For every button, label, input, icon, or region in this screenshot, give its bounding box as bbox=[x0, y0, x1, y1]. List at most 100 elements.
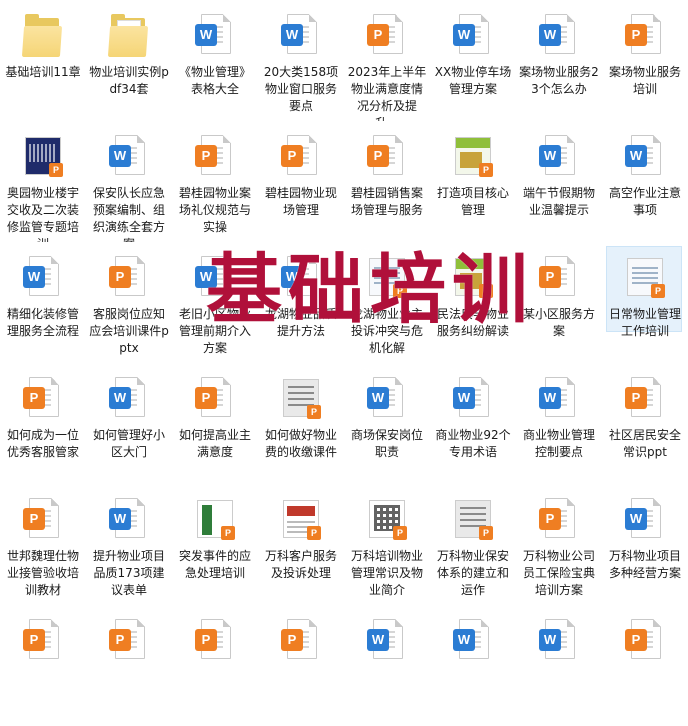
file-name: 如何成为一位优秀客服管家 bbox=[6, 428, 79, 459]
file-type-badge: P bbox=[281, 145, 303, 167]
ppt-doc-icon: P bbox=[625, 619, 665, 663]
file-type-badge: P bbox=[195, 629, 217, 651]
file-name: 客服岗位应知应会培训课件pptx bbox=[89, 307, 169, 355]
file-item[interactable]: W 保安队长应急预案编制、组织演练全套方案 bbox=[86, 121, 172, 242]
file-type-badge: P bbox=[195, 145, 217, 167]
ppt-thumbnail-icon: P bbox=[281, 498, 321, 542]
file-item[interactable]: P 日常物业管理工作培训 bbox=[602, 242, 688, 363]
file-type-badge: W bbox=[281, 266, 303, 288]
file-item[interactable]: W bbox=[344, 605, 430, 726]
file-item[interactable]: P bbox=[258, 605, 344, 726]
ppt-thumbnail-icon: P bbox=[453, 498, 493, 542]
file-item[interactable]: P 万科培训物业管理常识及物业简介 bbox=[344, 484, 430, 605]
file-item[interactable]: P bbox=[172, 605, 258, 726]
file-item[interactable]: P 奥园物业楼宇交收及二次装修监管专题培训 bbox=[0, 121, 86, 242]
ppt-doc-icon: P bbox=[367, 135, 407, 179]
file-name: 案场物业服务培训 bbox=[608, 65, 681, 96]
file-type-badge: W bbox=[195, 266, 217, 288]
file-type-badge: P bbox=[393, 526, 407, 540]
file-item[interactable]: W 提升物业项目品质173项建议表单 bbox=[86, 484, 172, 605]
file-type-badge: P bbox=[109, 266, 131, 288]
file-item[interactable]: 物业培训实例pdf34套 bbox=[86, 0, 172, 121]
file-name: 精细化装修管理服务全流程 bbox=[6, 307, 79, 338]
ppt-doc-icon: P bbox=[195, 377, 235, 421]
file-item[interactable]: W 商业物业92个专用术语 bbox=[430, 363, 516, 484]
file-item[interactable]: P 万科物业保安体系的建立和运作 bbox=[430, 484, 516, 605]
file-item[interactable]: P 客服岗位应知应会培训课件pptx bbox=[86, 242, 172, 363]
file-item[interactable]: P 突发事件的应急处理培训 bbox=[172, 484, 258, 605]
word-doc-icon: W bbox=[539, 619, 579, 663]
word-doc-icon: W bbox=[453, 377, 493, 421]
file-item[interactable]: P 某小区服务方案 bbox=[516, 242, 602, 363]
file-name: 碧桂园物业现场管理 bbox=[264, 186, 337, 217]
file-name: 万科客户服务及投诉处理 bbox=[264, 549, 337, 580]
file-item[interactable]: W 龙湖物业品质提升方法 bbox=[258, 242, 344, 363]
file-item[interactable]: P 民法典与物业服务纠纷解读 bbox=[430, 242, 516, 363]
ppt-doc-icon: P bbox=[23, 377, 63, 421]
ppt-doc-icon: P bbox=[109, 619, 149, 663]
word-doc-icon: W bbox=[367, 619, 407, 663]
ppt-thumbnail-icon: P bbox=[195, 498, 235, 542]
file-type-badge: W bbox=[539, 24, 561, 46]
word-doc-icon: W bbox=[23, 256, 63, 300]
file-name: XX物业停车场管理方案 bbox=[434, 65, 512, 96]
ppt-doc-icon: P bbox=[367, 14, 407, 58]
file-name: 世邦魏理仕物业接管验收培训教材 bbox=[6, 549, 79, 597]
word-doc-icon: W bbox=[625, 135, 665, 179]
file-item[interactable]: P 世邦魏理仕物业接管验收培训教材 bbox=[0, 484, 86, 605]
file-item[interactable]: P 如何做好物业费的收缴课件 bbox=[258, 363, 344, 484]
file-item[interactable]: P 龙湖物业业主投诉冲突与危机化解 bbox=[344, 242, 430, 363]
file-item[interactable]: P 打造项目核心管理 bbox=[430, 121, 516, 242]
file-item[interactable]: P 万科客户服务及投诉处理 bbox=[258, 484, 344, 605]
ppt-doc-icon: P bbox=[195, 135, 235, 179]
word-doc-icon: W bbox=[625, 498, 665, 542]
file-item[interactable]: W 案场物业服务23个怎么办 bbox=[516, 0, 602, 121]
file-item[interactable]: P 碧桂园物业案场礼仪规范与实操 bbox=[172, 121, 258, 242]
file-name: 20大类158项物业窗口服务要点 bbox=[263, 65, 339, 113]
ppt-doc-icon: P bbox=[281, 135, 321, 179]
file-item[interactable]: P bbox=[602, 605, 688, 726]
ppt-thumbnail-icon: P bbox=[625, 256, 665, 300]
file-type-badge: W bbox=[539, 145, 561, 167]
file-grid: 基础培训11章 物业培训实例pdf34套 W 《物业管理》表格大全 W 20大类158项物… bbox=[0, 0, 688, 659]
file-item[interactable]: W 20大类158项物业窗口服务要点 bbox=[258, 0, 344, 121]
file-type-badge: W bbox=[539, 629, 561, 651]
file-item[interactable]: W bbox=[516, 605, 602, 726]
ppt-doc-icon: P bbox=[625, 377, 665, 421]
file-type-badge: P bbox=[539, 508, 561, 530]
folder-icon bbox=[21, 14, 63, 58]
file-item[interactable]: W XX物业停车场管理方案 bbox=[430, 0, 516, 121]
file-item[interactable]: W 商场保安岗位职责 bbox=[344, 363, 430, 484]
file-item[interactable]: P 如何提高业主满意度 bbox=[172, 363, 258, 484]
ppt-doc-icon: P bbox=[23, 619, 63, 663]
file-item[interactable]: W 高空作业注意事项 bbox=[602, 121, 688, 242]
file-name: 打造项目核心管理 bbox=[436, 186, 509, 217]
file-item[interactable]: P 万科物业公司员工保险宝典培训方案 bbox=[516, 484, 602, 605]
file-item[interactable]: P 案场物业服务培训 bbox=[602, 0, 688, 121]
file-type-badge: P bbox=[23, 387, 45, 409]
file-item[interactable]: W 端午节假期物业温馨提示 bbox=[516, 121, 602, 242]
file-name: 奥园物业楼宇交收及二次装修监管专题培训 bbox=[6, 186, 79, 242]
file-item[interactable]: P bbox=[0, 605, 86, 726]
file-item[interactable]: W 《物业管理》表格大全 bbox=[172, 0, 258, 121]
file-name: 万科培训物业管理常识及物业简介 bbox=[350, 549, 423, 597]
file-item[interactable]: W 如何管理好小区大门 bbox=[86, 363, 172, 484]
file-item[interactable]: P 碧桂园销售案场管理与服务 bbox=[344, 121, 430, 242]
file-type-badge: W bbox=[625, 145, 647, 167]
file-item[interactable]: P 如何成为一位优秀客服管家 bbox=[0, 363, 86, 484]
file-item[interactable]: P 碧桂园物业现场管理 bbox=[258, 121, 344, 242]
ppt-thumbnail-icon: P bbox=[453, 256, 493, 300]
ppt-thumbnail-icon: P bbox=[453, 135, 493, 179]
file-item[interactable]: W 精细化装修管理服务全流程 bbox=[0, 242, 86, 363]
file-item[interactable]: W 商业物业管理控制要点 bbox=[516, 363, 602, 484]
file-item[interactable]: W 万科物业项目多种经营方案 bbox=[602, 484, 688, 605]
file-item[interactable]: P 社区居民安全常识ppt bbox=[602, 363, 688, 484]
file-item[interactable]: W bbox=[430, 605, 516, 726]
file-item[interactable]: W 老旧小区物业管理前期介入方案 bbox=[172, 242, 258, 363]
file-item[interactable]: P bbox=[86, 605, 172, 726]
file-name: 端午节假期物业温馨提示 bbox=[522, 186, 595, 217]
file-item[interactable]: P 2023年上半年物业满意度情况分析及提升… bbox=[344, 0, 430, 121]
file-type-badge: P bbox=[307, 405, 321, 419]
file-type-badge: W bbox=[195, 24, 217, 46]
file-item[interactable]: 基础培训11章 bbox=[0, 0, 86, 121]
